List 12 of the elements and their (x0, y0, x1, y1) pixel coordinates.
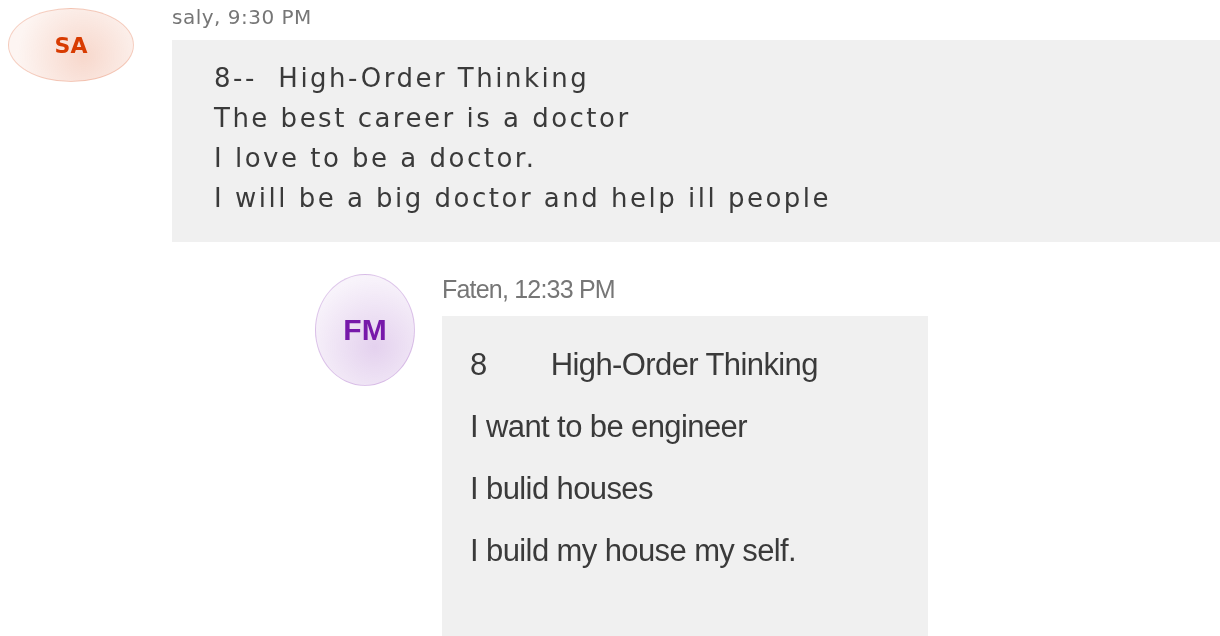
message-line: The best career is a doctor (214, 102, 631, 135)
author-time: Faten, 12:33 PM (442, 274, 615, 305)
message-line: I love to be a doctor. (214, 142, 537, 175)
message-line: I will be a big doctor and help ill people (214, 182, 832, 215)
message-line: I build my house my self. (470, 532, 797, 570)
message-line: 8 High-Order Thinking (470, 346, 818, 384)
message-line: I want to be engineer (470, 408, 747, 446)
avatar: SA (8, 8, 134, 82)
avatar: FM (315, 274, 415, 386)
message-line: 8-- High-Order Thinking (214, 62, 590, 95)
author-time: saly, 9:30 PM (172, 6, 312, 31)
message-line: I bulid houses (470, 470, 653, 508)
